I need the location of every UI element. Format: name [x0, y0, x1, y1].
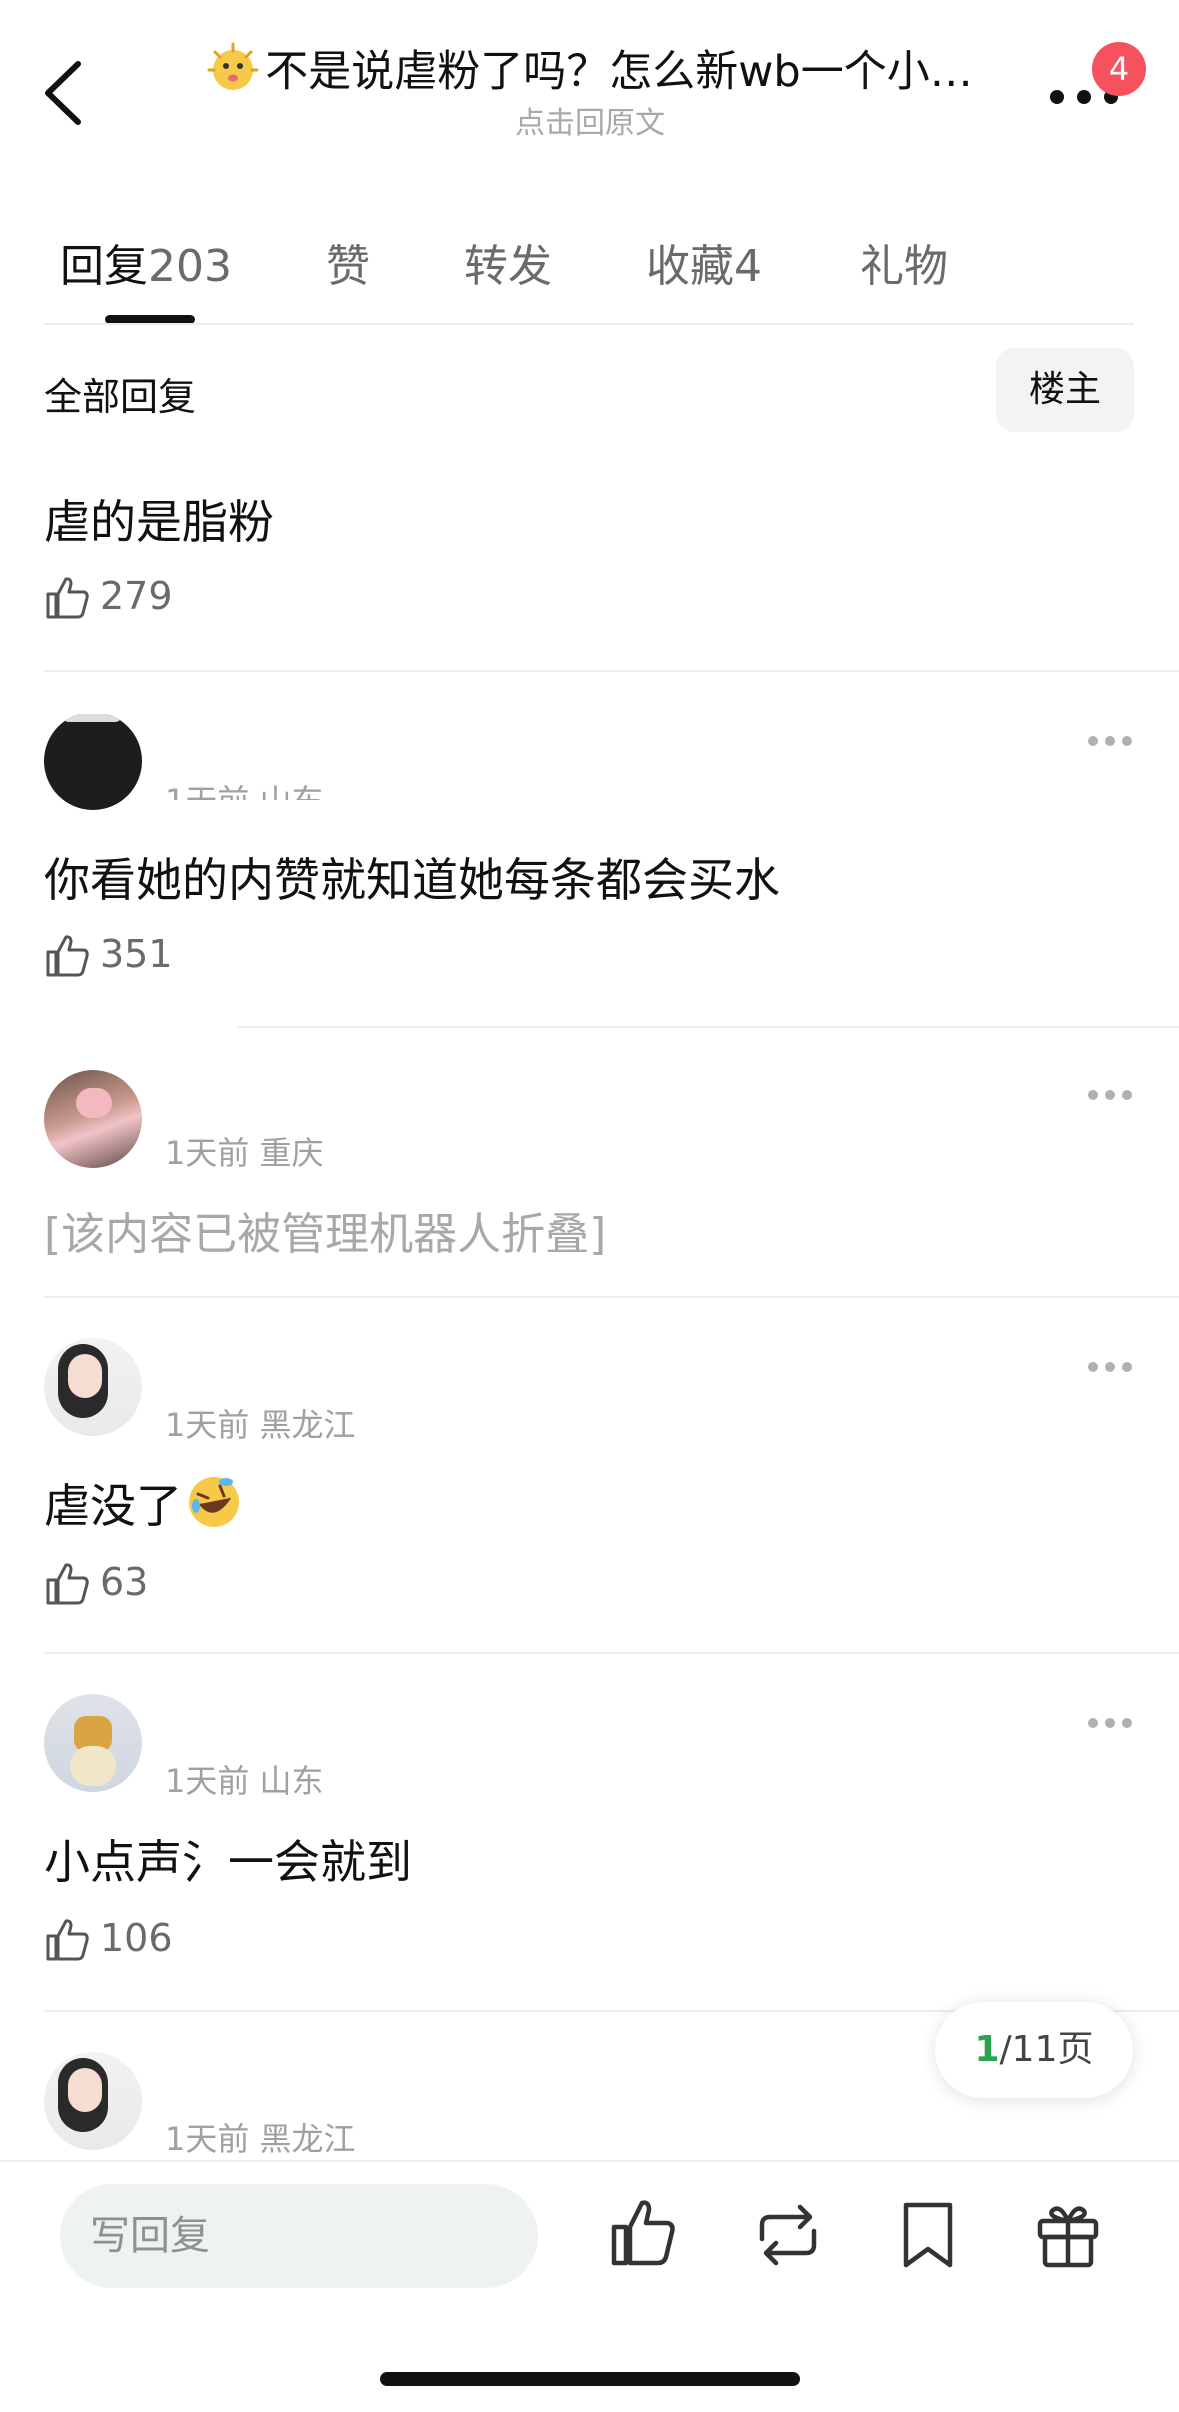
comment-more-button[interactable]	[1088, 1362, 1132, 1374]
post-title-link[interactable]: 不是说虐粉了吗？怎么新wb一个小… 点击回原文	[180, 42, 1000, 144]
comment-meta: 1天前 黑龙江	[165, 1406, 356, 1444]
comment-more-button[interactable]	[1088, 736, 1132, 748]
op-only-filter-button[interactable]: 楼主	[996, 348, 1134, 432]
notification-badge: 4	[1092, 42, 1146, 96]
comment-text: 你看她的内赞就知道她每条都会买水	[44, 853, 780, 907]
like-count: 106	[100, 1916, 173, 1960]
back-to-original-link[interactable]: 点击回原文	[180, 104, 1000, 144]
like-count: 351	[100, 932, 173, 976]
thumbs-up-icon	[46, 577, 89, 619]
user-nickname[interactable]	[165, 1088, 325, 1110]
avatar[interactable]	[44, 1694, 142, 1792]
repost-icon[interactable]	[752, 2195, 824, 2275]
divider	[44, 1296, 1179, 1298]
divider	[44, 1652, 1179, 1654]
thumbs-up-icon	[46, 1563, 89, 1605]
comment-text: 虐没了	[44, 1470, 242, 1536]
comment-more-button[interactable]	[1088, 1090, 1132, 1102]
thumbs-up-icon	[46, 1919, 89, 1961]
avatar[interactable]	[44, 1338, 142, 1436]
home-indicator	[380, 2372, 800, 2386]
section-header: 全部回复 楼主	[44, 348, 1134, 432]
avatar[interactable]	[44, 2052, 142, 2150]
divider	[44, 323, 1134, 325]
bookmark-icon[interactable]	[892, 2195, 964, 2275]
page-indicator-button[interactable]: 1/11页	[935, 2002, 1133, 2098]
like-count: 63	[100, 1560, 149, 1604]
current-page: 1	[974, 2029, 1000, 2070]
post-title: 不是说虐粉了吗？怎么新wb一个小…	[265, 47, 973, 97]
top-nav-bar: 不是说虐粉了吗？怎么新wb一个小… 点击回原文 4	[0, 0, 1179, 180]
tab-reposts[interactable]: 转发	[464, 230, 552, 294]
total-pages: /11页	[999, 2029, 1094, 2070]
comment-meta: 1天前 山东	[165, 1762, 324, 1800]
avatar[interactable]	[44, 712, 142, 810]
comment-more-button[interactable]	[1088, 1718, 1132, 1730]
blowfish-emoji-icon	[207, 42, 259, 90]
divider	[238, 1026, 1179, 1028]
divider	[44, 670, 1179, 672]
tab-gifts[interactable]: 礼物	[860, 230, 948, 294]
folded-comment-notice: [该内容已被管理机器人折叠]	[44, 1209, 607, 1260]
comment-text: 虐的是脂粉	[44, 495, 274, 549]
like-post-icon[interactable]	[608, 2195, 680, 2275]
avatar[interactable]	[44, 1070, 142, 1168]
comment-text: 小点声氵一会就到	[44, 1835, 412, 1889]
scroll-mask	[0, 700, 1179, 714]
tab-favorites[interactable]: 收藏4	[646, 230, 762, 294]
like-count: 279	[100, 574, 173, 618]
comment-meta: 1天前 山东	[165, 776, 324, 800]
comment-meta: 1天前 重庆	[165, 1134, 324, 1172]
comment-meta: 1天前 黑龙江	[165, 2120, 356, 2158]
gift-icon[interactable]	[1032, 2195, 1104, 2275]
rofl-emoji-icon	[189, 1477, 239, 1527]
reply-input[interactable]	[60, 2184, 538, 2288]
tab-likes[interactable]: 赞	[326, 230, 370, 294]
tab-replies[interactable]: 回复203	[60, 230, 232, 294]
back-arrow-icon[interactable]	[40, 58, 90, 128]
thumbs-up-icon	[46, 935, 89, 977]
reply-tabs: 回复203 赞 转发 收藏4 礼物	[0, 210, 1179, 325]
all-replies-heading: 全部回复	[44, 375, 197, 419]
